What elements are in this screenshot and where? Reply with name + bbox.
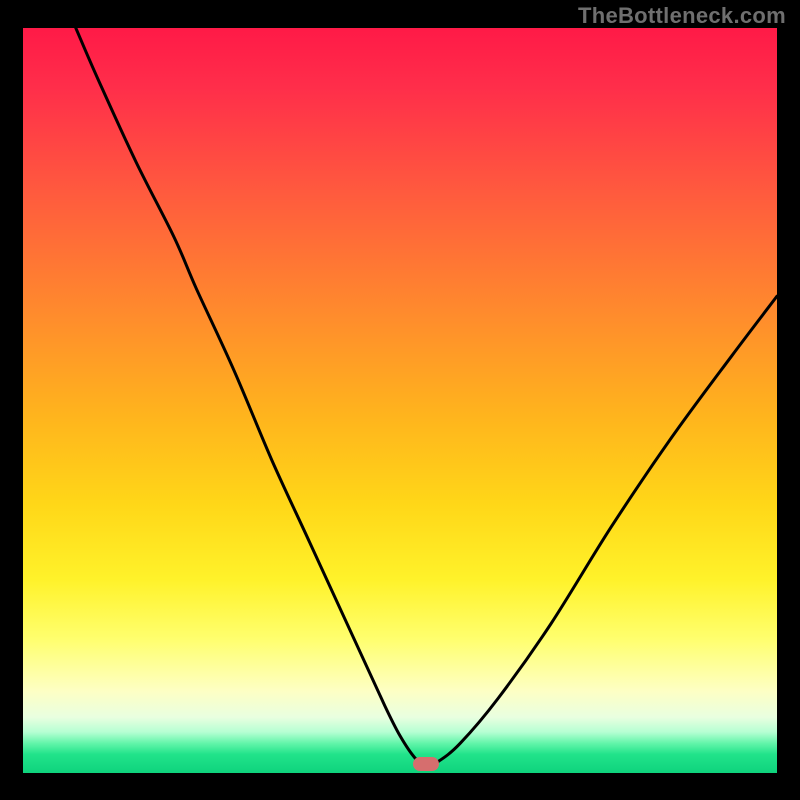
valley-marker xyxy=(413,757,439,771)
chart-frame: TheBottleneck.com xyxy=(0,0,800,800)
plot-area xyxy=(23,28,777,773)
watermark-text: TheBottleneck.com xyxy=(578,3,786,29)
bottleneck-curve xyxy=(23,28,777,773)
